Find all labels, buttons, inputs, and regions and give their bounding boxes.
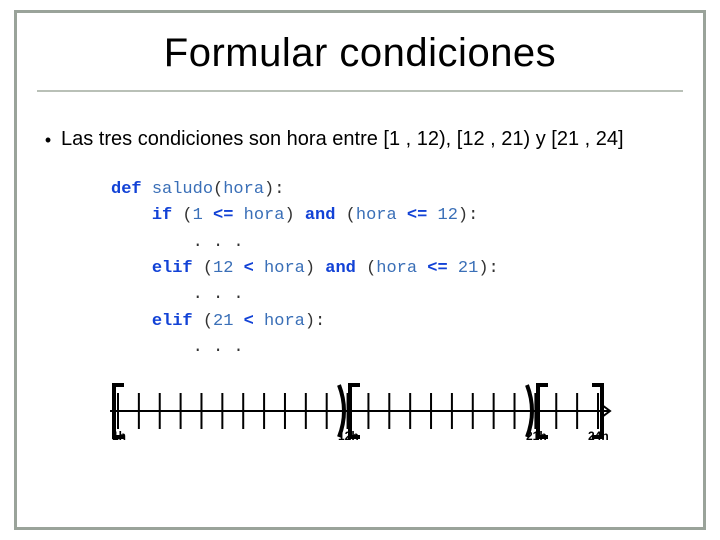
label-24h: 24h	[588, 429, 609, 443]
ellipsis: . . .	[193, 338, 244, 357]
keyword-and: and	[325, 259, 356, 278]
number-line-svg	[90, 379, 630, 443]
var-hora: hora	[264, 312, 305, 331]
op-lt: <	[244, 312, 254, 331]
var-hora: hora	[264, 259, 305, 278]
ellipsis: . . .	[193, 233, 244, 252]
literal-1: 1	[193, 206, 203, 225]
keyword-and: and	[305, 206, 336, 225]
literal-12: 12	[213, 259, 233, 278]
bullet-item: • Las tres condiciones son hora entre [1…	[35, 126, 685, 153]
var-hora: hora	[244, 206, 285, 225]
title-area: Formular condiciones	[17, 13, 703, 98]
code-block: def saludo(hora): if (1 <= hora) and (ho…	[111, 177, 685, 361]
bullet-dot: •	[35, 126, 61, 152]
ellipsis: . . .	[193, 285, 244, 304]
label-12h: 12h	[338, 429, 359, 443]
bullet-text: Las tres condiciones son hora entre [1 ,…	[61, 126, 685, 153]
label-21h: 21h	[526, 429, 547, 443]
keyword-def: def	[111, 180, 142, 199]
keyword-elif: elif	[152, 312, 193, 331]
keyword-elif: elif	[152, 259, 193, 278]
literal-12: 12	[438, 206, 458, 225]
slide-title: Formular condiciones	[37, 31, 683, 76]
op-lte: <=	[407, 206, 427, 225]
function-name: saludo	[152, 180, 213, 199]
keyword-if: if	[152, 206, 172, 225]
var-hora: hora	[376, 259, 417, 278]
slide-frame: Formular condiciones • Las tres condicio…	[14, 10, 706, 530]
title-underline	[37, 90, 683, 92]
op-lt: <	[244, 259, 254, 278]
content-area: • Las tres condiciones son hora entre [1…	[17, 98, 703, 453]
literal-21: 21	[458, 259, 478, 278]
op-lte: <=	[427, 259, 447, 278]
literal-21: 21	[213, 312, 233, 331]
label-1h: 1h	[112, 429, 126, 443]
var-hora: hora	[356, 206, 397, 225]
op-lte: <=	[213, 206, 233, 225]
number-line-diagram: 1h 12h 21h 24h	[90, 379, 630, 443]
param-name: hora	[223, 180, 264, 199]
